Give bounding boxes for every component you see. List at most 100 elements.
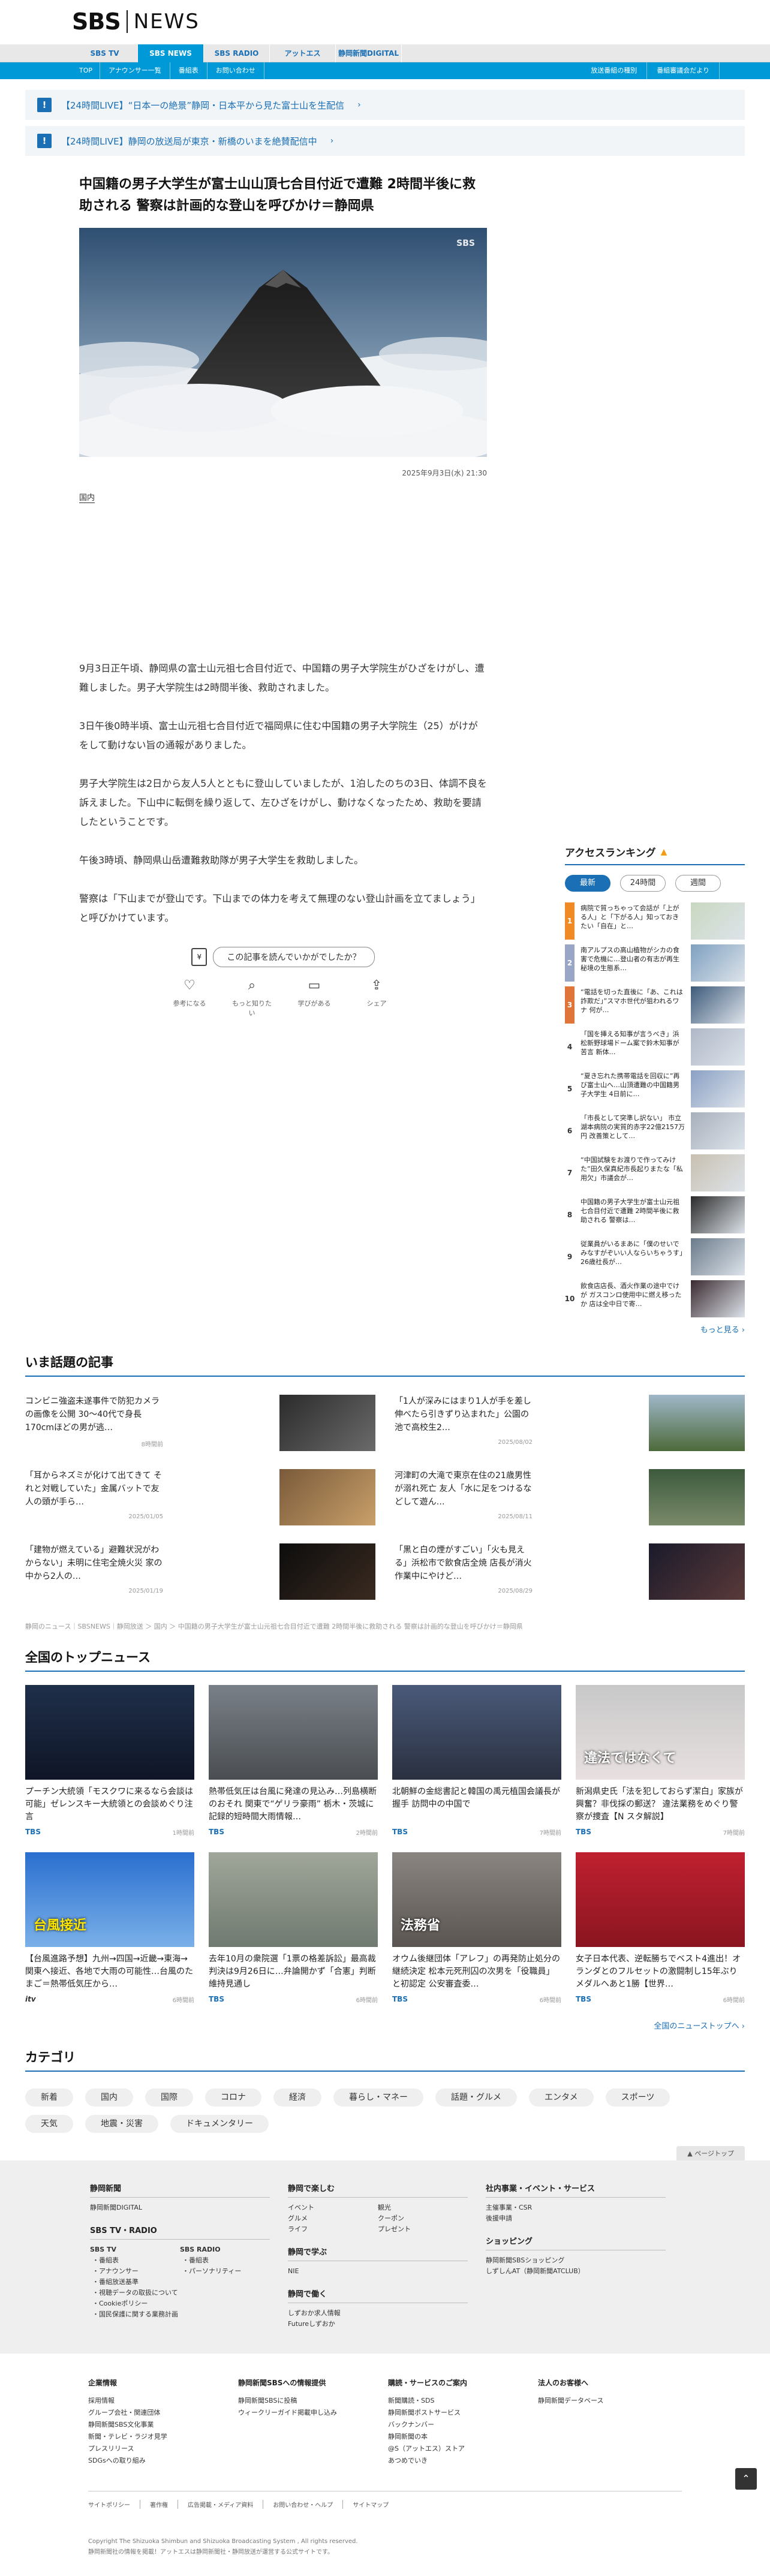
- footer-link[interactable]: 静岡新聞SBSショッピング: [486, 2255, 666, 2266]
- footer-link[interactable]: プレスリリース: [88, 2443, 214, 2455]
- footer-link[interactable]: ライフ: [288, 2224, 378, 2235]
- footer-link[interactable]: 静岡新聞の本: [388, 2431, 514, 2443]
- tab-weekly[interactable]: 週間: [675, 875, 721, 892]
- alert-banner[interactable]: ! 【24時間LIVE】静岡の放送局が東京・新橋のいまを絶賛配信中 ›: [25, 126, 745, 156]
- feedback-more-button[interactable]: ⌕ もっと知りたい: [231, 978, 273, 1018]
- gnav-shizuoka-digital[interactable]: 静岡新聞DIGITAL: [336, 44, 402, 62]
- footer-link[interactable]: グループ会社・関連団体: [88, 2407, 214, 2419]
- top-news-card[interactable]: 熱帯低気圧は台風に発達の見込み…列島横断のおそれ 関東で“ゲリラ豪雨” 栃木・茨…: [209, 1685, 378, 1837]
- tab-24h[interactable]: 24時間: [620, 875, 666, 892]
- footer-link[interactable]: 静岡新聞データベース: [538, 2395, 664, 2407]
- footer-link[interactable]: クーポン: [378, 2213, 468, 2224]
- ranking-item[interactable]: 9 従業員がいるまあに「僕のせいでみなすがぞいい人ならいちゃうす」26歳社長が…: [565, 1238, 745, 1275]
- feedback-question-button[interactable]: この記事を読んでいかがでしたか？: [213, 947, 375, 967]
- footer-link[interactable]: 新聞購読・SDS: [388, 2395, 514, 2407]
- footer-link[interactable]: 新聞・テレビ・ラジオ見学: [88, 2431, 214, 2443]
- footer-link[interactable]: ・Cookieポリシー: [90, 2298, 180, 2309]
- ranking-item[interactable]: 10 飲食店店長、酒火作業の途中でけが ガスコンロ使用中に燃え移ったか 店は全中日…: [565, 1280, 745, 1317]
- category-pill[interactable]: 新着: [25, 2089, 73, 2106]
- feedback-learn-button[interactable]: ▭ 学びがある: [293, 978, 335, 1018]
- top-news-card[interactable]: 法務省 オウム後継団体「アレフ」の再発防止処分の継続決定 松本元死刑囚の次男を「役…: [392, 1852, 561, 2004]
- top-news-card[interactable]: 女子日本代表、逆転勝ちでベスト4進出！オランダとのフルセットの激闘制し15年ぶり…: [576, 1852, 745, 2004]
- footer-subheading[interactable]: SBS RADIO: [180, 2244, 270, 2255]
- footer-link[interactable]: しずしんAT（静岡新聞ATCLUB）: [486, 2266, 666, 2277]
- ranking-item[interactable]: 5 “夏き忘れた携帯電話を回収に”再び富士山へ…山頂遭難の中国籍男子大学生 4日前…: [565, 1070, 745, 1108]
- footer-link[interactable]: 静岡新聞SBSに投稿: [238, 2395, 364, 2407]
- trending-item[interactable]: コンビニ強盗未遂事件で防犯カメラの画像を公開 30～40代で身長170cmほどの…: [25, 1395, 375, 1451]
- subnav-contact[interactable]: お問い合わせ: [207, 62, 264, 79]
- trending-item[interactable]: 「黒と白の煙がすごい」「火も見える」浜松市で飲食店全焼 店長が消火作業中にやけど…: [395, 1543, 745, 1600]
- category-pill[interactable]: スポーツ: [605, 2089, 670, 2106]
- trending-item[interactable]: 河津町の大滝で東京在住の21歳男性が溺れ死亡 友人「水に足をつけるなどして遊ん……: [395, 1469, 745, 1525]
- trending-item[interactable]: 「耳からネズミが化けて出てきて それと対戦していた」金属バットで友人の頭が手ら……: [25, 1469, 375, 1525]
- top-news-more-link[interactable]: 全国のニューストップへ ›: [25, 2020, 745, 2031]
- footer-link[interactable]: @S（アットエス）ストア: [388, 2443, 514, 2455]
- footer-link[interactable]: ・番組表: [90, 2255, 180, 2266]
- footer-link[interactable]: 静岡新聞ポストサービス: [388, 2407, 514, 2419]
- gnav-sbs-radio[interactable]: SBS RADIO: [204, 44, 270, 62]
- footer-link[interactable]: 静岡新聞SBS文化事業: [88, 2419, 214, 2431]
- gnav-sbs-news[interactable]: SBS NEWS: [138, 44, 204, 62]
- footer-link[interactable]: ・番組表: [180, 2255, 270, 2266]
- trending-item[interactable]: 「1人が深みにはまり1人が手を差し伸べたら引きずり込まれた」公園の池で高校生2……: [395, 1395, 745, 1451]
- footer-link[interactable]: 主催事業・CSR: [486, 2202, 666, 2213]
- category-pill[interactable]: 国際: [145, 2089, 193, 2106]
- subnav-top[interactable]: TOP: [72, 62, 101, 79]
- footer-bottom-link[interactable]: サイトポリシー: [88, 2500, 130, 2509]
- subnav-announcers[interactable]: アナウンサー一覧: [100, 62, 170, 79]
- footer-link[interactable]: 静岡新聞DIGITAL: [90, 2202, 270, 2213]
- footer-bottom-link[interactable]: 著作権: [140, 2500, 168, 2509]
- category-pill[interactable]: 経済: [273, 2089, 321, 2106]
- article-category-link[interactable]: 国内: [79, 491, 95, 503]
- footer-bottom-link[interactable]: サイトマップ: [342, 2500, 389, 2509]
- footer-link[interactable]: ・パーソナリティー: [180, 2266, 270, 2277]
- footer-link[interactable]: あつめでいき: [388, 2455, 514, 2467]
- footer-link[interactable]: イベント: [288, 2202, 378, 2213]
- ranking-item[interactable]: 2 南アルプスの高山植物がシカの食害で危機に…登山者の有志が再生 秘境の生態系…: [565, 944, 745, 982]
- back-to-top-button[interactable]: ⌃: [735, 2468, 757, 2490]
- ranking-item[interactable]: 7 “中国試験をお渡りで作ってみけた”田久保真紀市長起りまたな「私用欠」市議会が…: [565, 1154, 745, 1191]
- category-pill[interactable]: エンタメ: [529, 2089, 594, 2106]
- top-news-card[interactable]: プーチン大統領「モスクワに来るなら会談は可能」ゼレンスキー大統領との会談めぐり注…: [25, 1685, 194, 1837]
- ranking-item[interactable]: 6 「市長として突準し訳ない」 市立湖本病院の実質的赤字22億2157万円 改善策…: [565, 1112, 745, 1149]
- subnav-schedule[interactable]: 番組表: [170, 62, 207, 79]
- footer-link[interactable]: グルメ: [288, 2213, 378, 2224]
- top-news-card[interactable]: 違法ではなくて 新潟県史氏「法を犯しておらず潔白」家族が興奮？非伐採の郵送？ 違法…: [576, 1685, 745, 1837]
- site-logo[interactable]: SBS NEWS: [72, 8, 200, 35]
- category-pill[interactable]: 国内: [85, 2089, 133, 2106]
- footer-link[interactable]: 後援申請: [486, 2213, 666, 2224]
- ranking-item[interactable]: 4 「国を挿える知事が言うべき」浜松新野球場ドーム案で鈴木知事が苦言 新体…: [565, 1028, 745, 1066]
- page-top-button[interactable]: ▲ ページトップ: [676, 2146, 745, 2160]
- subnav-council[interactable]: 番組審議会だより: [647, 62, 720, 79]
- footer-bottom-link[interactable]: 広告掲載・メディア資料: [178, 2500, 253, 2509]
- footer-link[interactable]: ・アナウンサー: [90, 2266, 180, 2277]
- top-news-card[interactable]: 台風接近 【台風進路予想】九州→四国→近畿→東海→関東へ接近、各地で大雨の可能性……: [25, 1852, 194, 2004]
- category-pill[interactable]: ドキュメンタリー: [170, 2115, 269, 2133]
- ranking-item[interactable]: 1 病院で質っちゃって会話が「上がる人」と「下がる人」知っておきたい「自在」と…: [565, 902, 745, 940]
- footer-link[interactable]: ウィークリーガイド掲載申し込み: [238, 2407, 364, 2419]
- feedback-helpful-button[interactable]: ♡ 参考になる: [169, 978, 210, 1018]
- footer-subheading[interactable]: SBS TV: [90, 2244, 180, 2255]
- footer-link[interactable]: NIE: [288, 2266, 468, 2277]
- footer-bottom-link[interactable]: お問い合わせ・ヘルプ: [263, 2500, 333, 2509]
- category-pill[interactable]: 暮らし・マネー: [333, 2089, 423, 2106]
- top-news-card[interactable]: 北朝鮮の金総書記と韓国の禹元植国会議長が握手 訪問中の中国で TBS 7時間前: [392, 1685, 561, 1837]
- footer-link[interactable]: バックナンバー: [388, 2419, 514, 2431]
- footer-link[interactable]: 観光: [378, 2202, 468, 2213]
- gnav-at-s[interactable]: アットエス: [270, 44, 336, 62]
- footer-link[interactable]: Futureしずおか: [288, 2319, 468, 2330]
- footer-link[interactable]: ・国民保護に関する業務計画: [90, 2309, 180, 2320]
- footer-link[interactable]: ・視聴データの取扱について: [90, 2288, 180, 2298]
- share-button[interactable]: ⇪ シェア: [356, 978, 398, 1018]
- category-pill[interactable]: コロナ: [205, 2089, 261, 2106]
- footer-link[interactable]: SDGsへの取り組み: [88, 2455, 214, 2467]
- subnav-program-types[interactable]: 放送番組の種別: [581, 62, 648, 79]
- tab-latest[interactable]: 最新: [565, 875, 610, 892]
- alert-banner[interactable]: ! 【24時間LIVE】“日本一の絶景”静岡・日本平から見た富士山を生配信 ›: [25, 90, 745, 120]
- category-pill[interactable]: 話題・グルメ: [435, 2089, 517, 2106]
- ranking-item[interactable]: 8 中国籍の男子大学生が富士山元祖七合目付近で遭難 2時間半後に救助される 警察は…: [565, 1196, 745, 1233]
- ranking-more-link[interactable]: もっと見る ›: [565, 1323, 745, 1335]
- footer-link[interactable]: プレゼント: [378, 2224, 468, 2235]
- gnav-sbs-tv[interactable]: SBS TV: [72, 44, 138, 62]
- category-pill[interactable]: 地震・災害: [85, 2115, 158, 2133]
